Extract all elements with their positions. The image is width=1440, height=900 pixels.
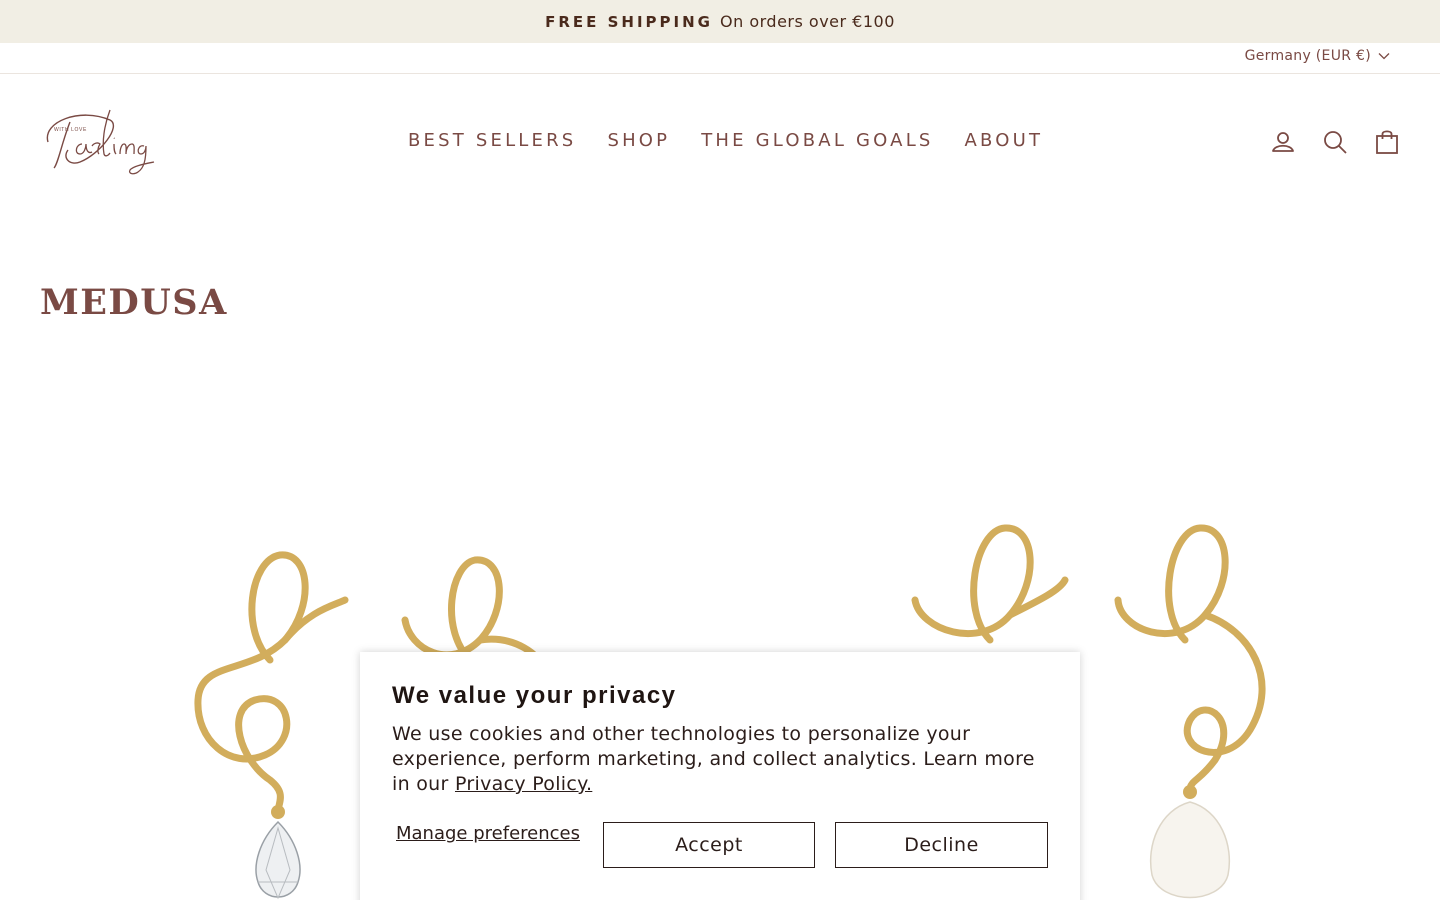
cart-button[interactable]	[1374, 129, 1400, 155]
account-button[interactable]	[1270, 129, 1296, 155]
cookie-banner: We value your privacy We use cookies and…	[360, 652, 1080, 900]
bag-icon	[1376, 130, 1398, 154]
main-nav: BEST SELLERS SHOP THE GLOBAL GOALS ABOUT	[408, 130, 1043, 151]
search-icon	[1324, 131, 1347, 154]
logo-small-text: WITH LOVE	[54, 127, 87, 133]
page-title: MEDUSA	[40, 282, 228, 323]
decline-button[interactable]: Decline	[835, 822, 1048, 868]
nav-item-global-goals[interactable]: THE GLOBAL GOALS	[701, 130, 933, 151]
announcement-bar: FREE SHIPPING On orders over €100	[0, 0, 1440, 43]
site-header: WITH LOVE BEST SELLERS SHOP THE GLOBAL G…	[0, 74, 1440, 214]
locale-label: Germany (EUR €)	[1244, 48, 1371, 64]
chevron-down-icon	[1378, 53, 1390, 60]
privacy-policy-link[interactable]: Privacy Policy.	[455, 773, 592, 795]
announcement-strong: FREE SHIPPING	[545, 12, 713, 31]
cookie-title: We value your privacy	[392, 682, 677, 709]
search-button[interactable]	[1322, 129, 1348, 155]
manage-preferences-button[interactable]: Manage preferences	[392, 822, 584, 845]
brand-logo[interactable]: WITH LOVE	[40, 102, 162, 184]
accept-button[interactable]: Accept	[603, 822, 815, 868]
cookie-actions: Manage preferences Accept Decline	[392, 822, 1048, 868]
locale-bar: Germany (EUR €)	[0, 43, 1440, 74]
nav-item-shop[interactable]: SHOP	[607, 130, 670, 151]
header-icons	[1270, 129, 1400, 155]
announcement-text: On orders over €100	[720, 12, 895, 31]
account-icon	[1272, 132, 1294, 152]
nav-item-about[interactable]: ABOUT	[965, 130, 1044, 151]
cookie-body: We use cookies and other technologies to…	[392, 722, 1048, 797]
nav-item-best-sellers[interactable]: BEST SELLERS	[408, 130, 576, 151]
locale-selector[interactable]: Germany (EUR €)	[1245, 48, 1390, 64]
